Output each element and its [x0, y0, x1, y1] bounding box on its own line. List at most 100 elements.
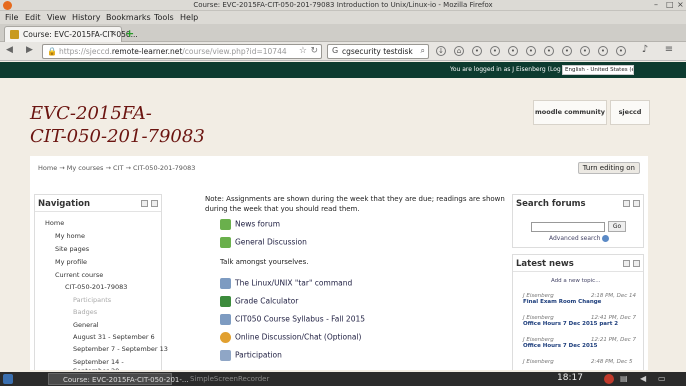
latest-news-title: Latest news — [516, 259, 574, 269]
browser-tab-course[interactable]: Course: EVC-2015FA-CIT-050... × — [4, 26, 138, 42]
block-header: Navigation — [35, 195, 161, 212]
nav-item-badges[interactable]: Badges — [73, 308, 97, 316]
maximize-icon[interactable]: □ — [666, 0, 674, 9]
nav-item-my-profile[interactable]: My profile — [55, 258, 87, 266]
chat-icon — [220, 332, 231, 343]
nav-item-week[interactable]: August 31 - September 6 — [73, 333, 155, 341]
add-topic-link[interactable]: Add a new topic... — [551, 278, 600, 284]
forum-search-input[interactable] — [531, 222, 605, 232]
moodle-top-bar: You are logged in as J Eisenberg (Log ou… — [0, 62, 686, 78]
breadcrumb[interactable]: Home → My courses → CIT → CIT-050-201-79… — [38, 164, 195, 172]
taskbar-recorder-window[interactable]: SimpleScreenRecorder — [176, 373, 296, 385]
menu-hamburger-icon[interactable]: ≡ — [664, 45, 674, 56]
download-icon[interactable]: ↓ — [436, 46, 446, 56]
navigation-title: Navigation — [38, 199, 90, 209]
activity-participation[interactable]: Participation — [220, 350, 282, 361]
addon-icon[interactable]: • — [562, 46, 572, 56]
forum-search-go-button[interactable]: Go — [608, 221, 626, 232]
nav-item-general[interactable]: General — [73, 321, 99, 329]
sjeccd-button[interactable]: sjeccd — [610, 100, 650, 125]
addon-icon[interactable]: • — [544, 46, 554, 56]
network-icon[interactable]: ▤ — [620, 374, 628, 383]
volume-icon[interactable]: ◀ — [640, 374, 646, 383]
language-select[interactable]: English - United States (en_us) — [562, 65, 634, 75]
start-menu-icon[interactable] — [3, 374, 13, 384]
nav-item-week[interactable]: September 14 - September 20 — [73, 358, 157, 370]
news-item[interactable]: J Eisenberg 2:18 PM, Dec 14 Final Exam R… — [523, 293, 643, 305]
nav-item-home[interactable]: Home — [45, 219, 64, 227]
addon-icon[interactable]: • — [526, 46, 536, 56]
advanced-search-link[interactable]: Advanced search — [549, 235, 610, 242]
search-input[interactable]: cgsecurity testdisk — [342, 47, 413, 56]
moodle-community-button[interactable]: moodle community — [533, 100, 607, 125]
dock-icon[interactable] — [633, 260, 640, 267]
nav-item-week[interactable]: September 7 - September 13 — [73, 345, 168, 353]
menu-history[interactable]: History — [72, 13, 100, 22]
reload-icon[interactable]: ↻ — [310, 46, 318, 56]
nav-item-current-course[interactable]: Current course — [55, 271, 103, 279]
battery-icon[interactable]: ▭ — [658, 374, 666, 383]
url-bar[interactable]: 🔒 https://sjeccd.remote-learner.net/cour… — [42, 44, 322, 59]
navigation-toolbar: ◀ ▶ 🔒 https://sjeccd.remote-learner.net/… — [0, 42, 686, 61]
dock-icon[interactable] — [151, 200, 158, 207]
clock: 18:17 — [557, 373, 583, 383]
collapse-icon[interactable] — [623, 200, 630, 207]
collapse-icon[interactable] — [141, 200, 148, 207]
tab-bar: Course: EVC-2015FA-CIT-050... × + — [0, 24, 686, 42]
bookmark-star-icon[interactable]: ☆ — [299, 46, 307, 56]
section-label: Talk amongst yourselves. — [220, 258, 309, 266]
menu-view[interactable]: View — [47, 13, 66, 22]
turn-editing-on-button[interactable]: Turn editing on — [577, 162, 640, 174]
forum-icon — [220, 219, 231, 230]
nav-item-participants[interactable]: Participants — [73, 296, 111, 304]
addon-icon[interactable]: • — [490, 46, 500, 56]
news-item[interactable]: J Eisenberg 12:21 PM, Dec 7 Office Hours… — [523, 337, 643, 349]
music-note-icon[interactable]: ♪ — [640, 45, 650, 56]
taskbar-firefox-window[interactable]: Course: EVC-2015FA-CIT-050-201-... — [48, 373, 189, 385]
nav-item-course[interactable]: CIT-050-201-79083 — [65, 283, 127, 291]
search-forums-block: Search forums Go Advanced search — [512, 194, 644, 248]
activity-syllabus[interactable]: CIT050 Course Syllabus - Fall 2015 — [220, 314, 365, 325]
menu-file[interactable]: File — [5, 13, 18, 22]
addon-icon[interactable]: • — [580, 46, 590, 56]
activity-tar-page[interactable]: The Linux/UNIX "tar" command — [220, 278, 352, 289]
url-text: https://sjeccd.remote-learner.net/course… — [59, 47, 287, 56]
forward-icon[interactable]: ▶ — [26, 45, 33, 55]
close-tab-icon[interactable]: × — [110, 29, 117, 38]
navigation-block: Navigation Home My home Site pages My pr… — [34, 194, 168, 370]
addon-icon[interactable]: • — [472, 46, 482, 56]
activity-grade-calculator[interactable]: Grade Calculator — [220, 296, 298, 307]
new-tab-icon[interactable]: + — [125, 27, 134, 40]
search-go-icon[interactable]: ⌕ — [421, 46, 425, 56]
minimize-icon[interactable]: – — [654, 0, 658, 9]
news-item[interactable]: J Eisenberg 2:48 PM, Dec 5 — [523, 359, 643, 365]
menu-bookmarks[interactable]: Bookmarks — [106, 13, 151, 22]
home-icon[interactable]: ⌂ — [454, 46, 464, 56]
os-taskbar: Course: EVC-2015FA-CIT-050-201-... Simpl… — [0, 372, 686, 386]
help-icon[interactable] — [602, 235, 610, 242]
activity-discussion-chat[interactable]: Online Discussion/Chat (Optional) — [220, 332, 361, 343]
nav-item-my-home[interactable]: My home — [55, 232, 85, 240]
web-search-box[interactable]: G cgsecurity testdisk ⌕ — [327, 44, 429, 59]
addon-icon[interactable]: • — [598, 46, 608, 56]
nav-item-site-pages[interactable]: Site pages — [55, 245, 89, 253]
addon-icon[interactable]: • — [508, 46, 518, 56]
activity-general-discussion[interactable]: General Discussion — [220, 237, 307, 248]
news-item[interactable]: J Eisenberg 12:41 PM, Dec 7 Office Hours… — [523, 315, 643, 327]
activity-news-forum[interactable]: News forum — [220, 219, 280, 230]
menu-tools[interactable]: Tools — [154, 13, 174, 22]
dock-icon[interactable] — [633, 200, 640, 207]
search-forums-title: Search forums — [516, 199, 586, 209]
menu-edit[interactable]: Edit — [25, 13, 41, 22]
addon-icon[interactable]: • — [616, 46, 626, 56]
back-icon[interactable]: ◀ — [6, 45, 13, 55]
close-window-icon[interactable]: × — [677, 0, 684, 9]
file-icon — [220, 296, 231, 307]
login-info[interactable]: You are logged in as J Eisenberg (Log ou… — [450, 66, 575, 73]
record-icon[interactable] — [604, 374, 614, 384]
page-body: EVC-2015FA- CIT-050-201-79083 moodle com… — [0, 78, 686, 370]
latest-news-block: Latest news Add a new topic... J Eisenbe… — [512, 254, 644, 370]
menu-help[interactable]: Help — [180, 13, 198, 22]
collapse-icon[interactable] — [623, 260, 630, 267]
window-titlebar: Course: EVC-2015FA-CIT-050-201-79083 Int… — [0, 0, 686, 11]
